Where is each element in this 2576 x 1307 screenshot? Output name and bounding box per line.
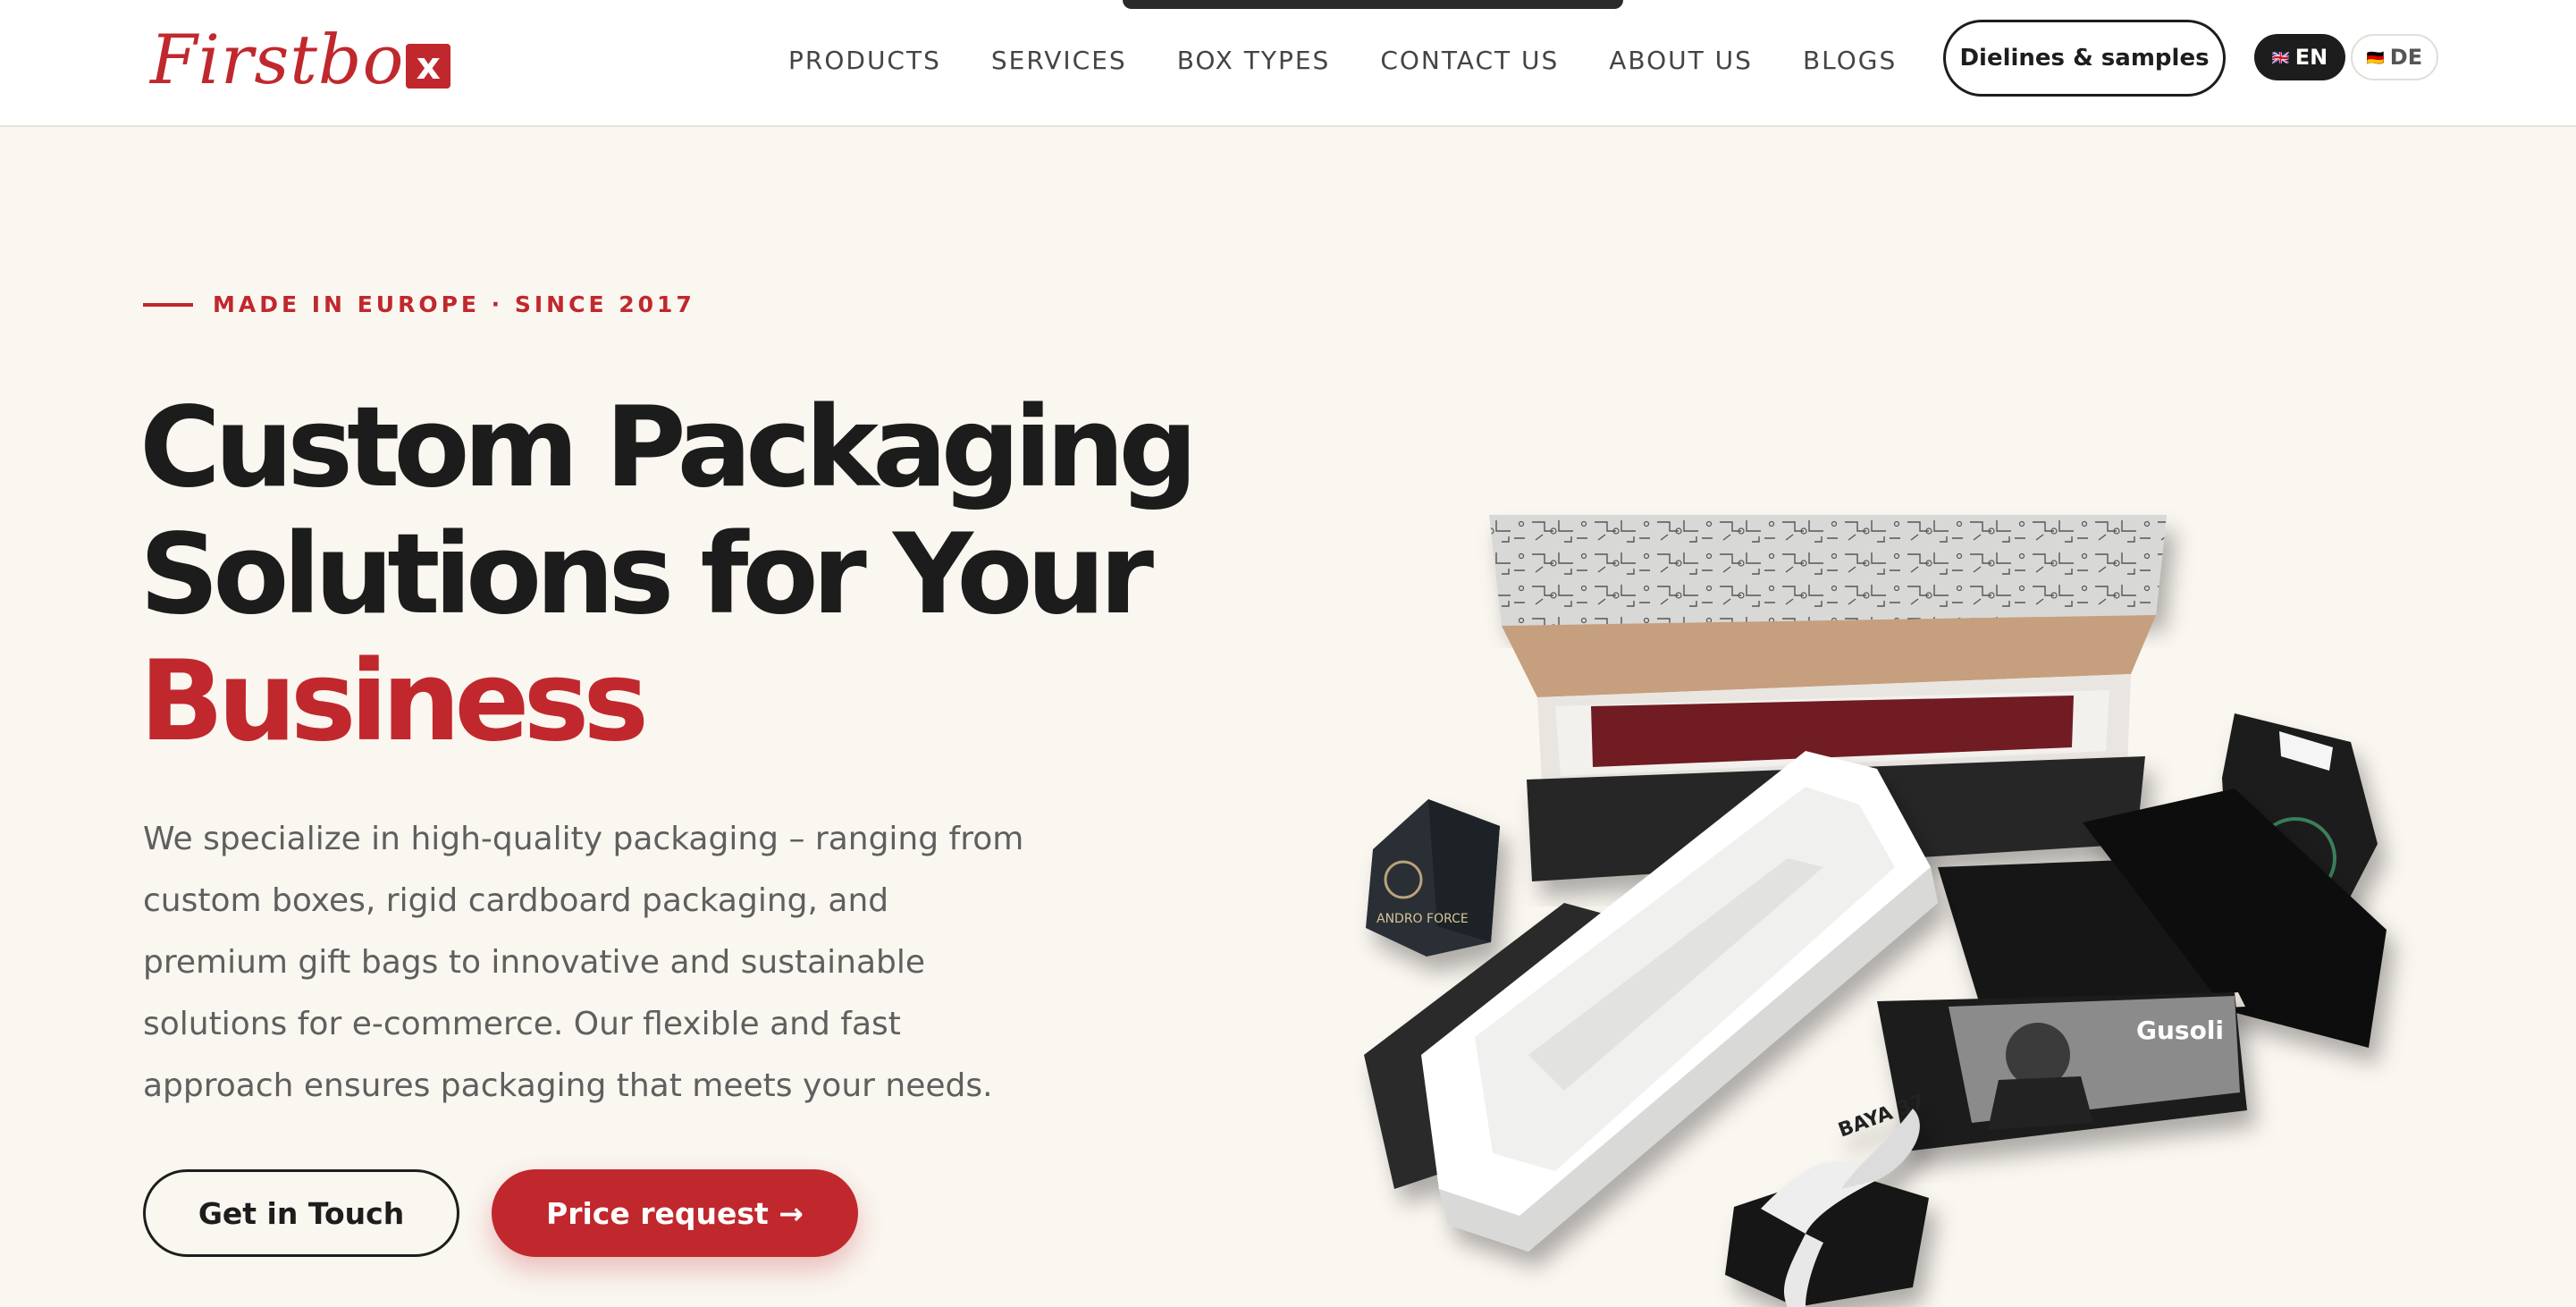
packaging-product-photo: ANDRO FORCE Gusoli BAYA 37 <box>1364 515 2387 1307</box>
language-de-label: DE <box>2389 45 2423 70</box>
gusoli-brand-label: Gusoli <box>2136 1016 2224 1045</box>
small-dark-box: ANDRO FORCE <box>1366 799 1500 957</box>
price-request-button[interactable]: Price request → <box>492 1169 858 1257</box>
browser-top-handle <box>1123 0 1623 9</box>
logo-x-mark: x <box>406 44 451 89</box>
ribbon-gift-box: BAYA 37 <box>1725 1091 1929 1307</box>
uk-flag-icon: 🇬🇧 <box>2271 48 2290 66</box>
nav-products[interactable]: PRODUCTS <box>788 39 941 82</box>
language-en-button[interactable]: 🇬🇧 EN <box>2254 34 2345 80</box>
photo-sleeve-box: Gusoli <box>1877 992 2247 1151</box>
hero-headline: Custom Packaging Solutions for Your Busi… <box>139 384 1198 766</box>
headline-line-2: Solutions for Your <box>139 510 1154 639</box>
nav-blogs[interactable]: BLOGS <box>1803 39 1897 82</box>
nav-box-types[interactable]: BOX TYPES <box>1177 39 1331 82</box>
eyebrow-text: MADE IN EUROPE · SINCE 2017 <box>213 291 695 317</box>
andro-force-label: ANDRO FORCE <box>1376 912 1469 926</box>
nav-services[interactable]: SERVICES <box>991 39 1127 82</box>
site-header: Firstbo x PRODUCTS SERVICES BOX TYPES CO… <box>0 0 2576 127</box>
logo[interactable]: Firstbo x <box>150 20 451 100</box>
eyebrow-rule <box>143 302 193 307</box>
nav-about-us[interactable]: ABOUT US <box>1609 39 1753 82</box>
dielines-samples-button[interactable]: Dielines & samples <box>1943 20 2226 97</box>
language-en-label: EN <box>2294 45 2328 70</box>
hero-description: We specialize in high-quality packaging … <box>143 821 1024 1104</box>
main-nav: PRODUCTS SERVICES BOX TYPES CONTACT US A… <box>788 39 1947 82</box>
get-in-touch-button[interactable]: Get in Touch <box>143 1169 459 1257</box>
hero-eyebrow: MADE IN EUROPE · SINCE 2017 <box>143 291 695 317</box>
headline-accent: Business <box>139 637 649 766</box>
headline-line-1: Custom Packaging <box>139 384 1198 512</box>
german-flag-icon: 🇩🇪 <box>2366 48 2385 66</box>
language-de-button[interactable]: 🇩🇪 DE <box>2351 34 2438 80</box>
logo-wordmark: Firstbo <box>150 20 405 99</box>
nav-contact-us[interactable]: CONTACT US <box>1380 39 1559 82</box>
